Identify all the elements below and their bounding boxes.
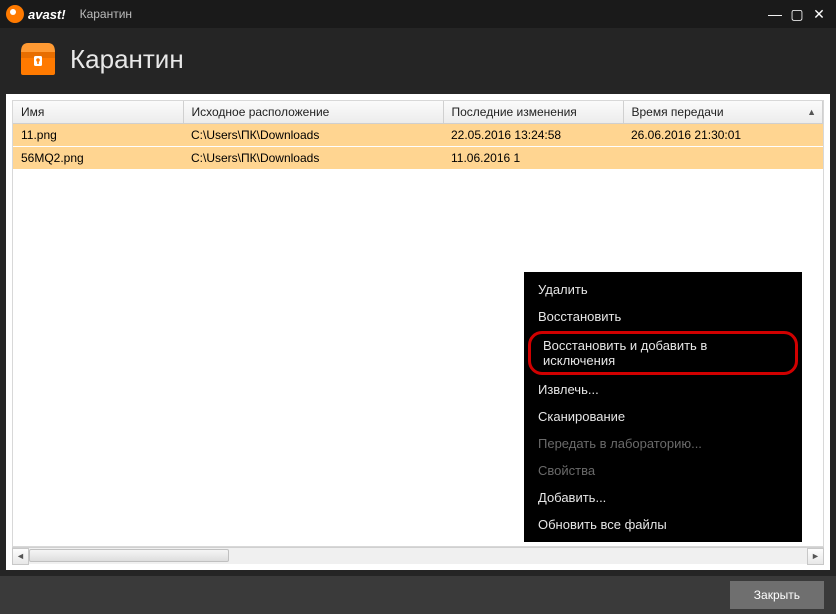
scroll-left-button[interactable]: ◄ [12,548,29,565]
table-row[interactable]: 56MQ2.png C:\Users\ПК\Downloads 11.06.20… [13,147,823,170]
avast-logo-icon [6,5,24,23]
content-area: Имя Исходное расположение Последние изме… [6,94,830,570]
menu-add[interactable]: Добавить... [524,484,802,511]
brand-text: avast! [28,7,66,22]
sort-indicator-icon: ▲ [807,107,816,117]
horizontal-scrollbar[interactable]: ◄ ► [12,547,824,564]
scroll-thumb[interactable] [29,549,229,562]
cell-name: 11.png [13,124,183,147]
col-header-transfer-label: Время передачи [632,105,724,119]
col-header-transfer[interactable]: Время передачи ▲ [623,101,823,124]
menu-scan[interactable]: Сканирование [524,403,802,430]
context-menu: Удалить Восстановить Восстановить и доба… [524,272,802,542]
cell-modified: 22.05.2016 13:24:58 [443,124,623,147]
menu-properties: Свойства [524,457,802,484]
scroll-right-button[interactable]: ► [807,548,824,565]
menu-send-lab: Передать в лабораторию... [524,430,802,457]
app-window: avast! Карантин — ▢ ✕ Карантин [0,0,836,614]
menu-extract[interactable]: Извлечь... [524,376,802,403]
chest-lock-icon [20,42,56,76]
menu-restore-and-exclude[interactable]: Восстановить и добавить в исключения [528,331,798,375]
col-header-location[interactable]: Исходное расположение [183,101,443,124]
titlebar[interactable]: avast! Карантин — ▢ ✕ [0,0,836,28]
quarantine-table: Имя Исходное расположение Последние изме… [13,101,823,170]
cell-location: C:\Users\ПК\Downloads [183,147,443,170]
app-logo: avast! [6,5,66,23]
close-button[interactable]: Закрыть [730,581,824,609]
window-title: Карантин [80,7,132,21]
cell-name: 56MQ2.png [13,147,183,170]
cell-modified: 11.06.2016 1 [443,147,623,170]
menu-restore[interactable]: Восстановить [524,303,802,330]
menu-delete[interactable]: Удалить [524,276,802,303]
col-header-name[interactable]: Имя [13,101,183,124]
cell-transfer: 26.06.2016 21:30:01 [623,124,823,147]
maximize-button[interactable]: ▢ [786,5,808,23]
cell-location: C:\Users\ПК\Downloads [183,124,443,147]
menu-refresh-all[interactable]: Обновить все файлы [524,511,802,538]
col-header-modified[interactable]: Последние изменения [443,101,623,124]
page-title: Карантин [70,44,184,75]
minimize-button[interactable]: — [764,5,786,23]
cell-transfer [623,147,823,170]
table-row[interactable]: 11.png C:\Users\ПК\Downloads 22.05.2016 … [13,124,823,147]
page-header: Карантин [0,28,836,94]
close-window-button[interactable]: ✕ [808,5,830,23]
footer-bar: Закрыть [0,576,836,614]
scroll-track[interactable] [29,548,807,565]
